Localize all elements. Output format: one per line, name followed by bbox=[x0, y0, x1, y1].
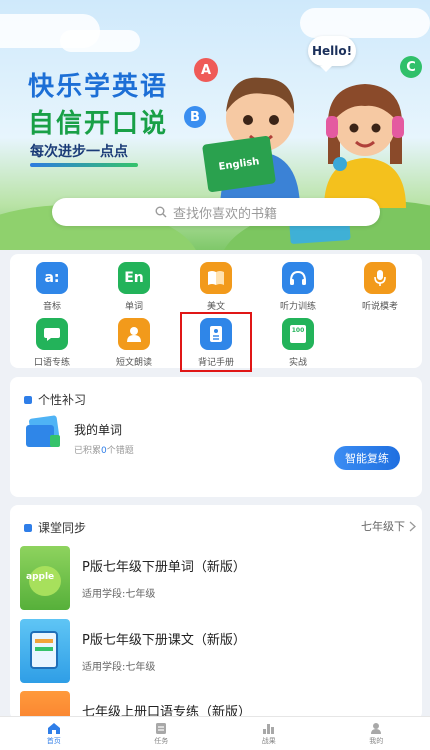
feature-label: 口语专练 bbox=[33, 358, 70, 368]
sync-section-header: 课堂同步 bbox=[24, 519, 86, 536]
book-subtitle: 适用学段:七年级 bbox=[82, 589, 156, 600]
nav-home[interactable]: 首页 bbox=[0, 717, 108, 750]
mistake-count-text: 已积累0个错题 bbox=[74, 443, 134, 456]
bottom-nav: 首页 任务 战果 我的 bbox=[0, 716, 430, 750]
nav-label: 任务 bbox=[154, 736, 169, 745]
feature-practice[interactable]: 100 实战 bbox=[262, 318, 334, 368]
word-cards-icon bbox=[24, 415, 62, 449]
highlight-box bbox=[180, 312, 252, 372]
stats-prefix: 已积累 bbox=[74, 446, 102, 456]
feature-label: 短文朗读 bbox=[115, 358, 152, 368]
book-subtitle: 适用学段:七年级 bbox=[82, 662, 156, 673]
tablet-cover-image bbox=[20, 619, 70, 683]
nav-label: 我的 bbox=[369, 736, 384, 745]
home-icon bbox=[47, 722, 60, 734]
banner-title-line1: 快乐学英语 bbox=[28, 72, 169, 102]
search-bar[interactable]: 查找你喜欢的书籍 bbox=[52, 198, 380, 226]
search-placeholder: 查找你喜欢的书籍 bbox=[172, 206, 277, 222]
feature-oral-practice[interactable]: 口语专练 bbox=[16, 318, 88, 368]
slogan-underline bbox=[30, 163, 138, 167]
microphone-icon bbox=[364, 262, 396, 294]
book-title: P版七年级下册课文（新版） bbox=[82, 633, 246, 648]
grade-selector[interactable]: 七年级下 bbox=[361, 518, 416, 534]
feature-reading-aloud[interactable]: 短文朗读 bbox=[98, 318, 170, 368]
practice-icon: 100 bbox=[282, 318, 314, 350]
feature-words[interactable]: En 单词 bbox=[98, 262, 170, 312]
smart-review-button[interactable]: 智能复练 bbox=[334, 446, 400, 470]
book-row[interactable]: P版七年级下册课文（新版） 适用学段:七年级 bbox=[10, 619, 422, 689]
practice-glyph: 100 bbox=[291, 327, 305, 334]
feature-label: 音标 bbox=[42, 302, 61, 312]
feature-essays[interactable]: 美文 bbox=[180, 262, 252, 312]
stats-suffix: 个错题 bbox=[106, 446, 134, 456]
my-words-title[interactable]: 我的单词 bbox=[74, 421, 122, 438]
banner-slogan: 每次进步一点点 bbox=[30, 144, 128, 160]
bar-chart-icon bbox=[263, 723, 275, 734]
reader-icon bbox=[118, 318, 150, 350]
word-glyph: En bbox=[124, 270, 144, 286]
apple-cover-image: apple bbox=[20, 546, 70, 610]
grade-selector-label: 七年级下 bbox=[361, 520, 405, 533]
book-icon bbox=[200, 262, 232, 294]
english-book: English bbox=[201, 135, 277, 193]
feature-label: 听力训练 bbox=[279, 302, 316, 312]
section-marker-icon bbox=[24, 395, 32, 404]
chevron-right-icon bbox=[409, 521, 416, 531]
speech-icon bbox=[36, 318, 68, 350]
nav-results[interactable]: 战果 bbox=[215, 717, 323, 750]
review-section-title: 个性补习 bbox=[38, 393, 87, 407]
nav-label: 战果 bbox=[261, 736, 276, 745]
girl-headphones-illustration bbox=[324, 84, 406, 208]
nav-task[interactable]: 任务 bbox=[108, 717, 216, 750]
personal-review-card: 个性补习 我的单词 已积累0个错题 智能复练 bbox=[10, 377, 422, 497]
section-marker-icon bbox=[24, 523, 32, 532]
word-icon: En bbox=[118, 262, 150, 294]
nav-mine[interactable]: 我的 bbox=[323, 717, 430, 750]
sync-section-title: 课堂同步 bbox=[38, 521, 87, 535]
phonetic-icon: a: bbox=[36, 262, 68, 294]
feature-label: 听说模考 bbox=[361, 302, 398, 312]
search-icon bbox=[155, 206, 167, 218]
english-book-label: English bbox=[217, 155, 261, 173]
feature-label: 美文 bbox=[206, 302, 225, 312]
review-section-header: 个性补习 bbox=[24, 391, 86, 408]
cover-text: apple bbox=[26, 572, 55, 582]
book-title: P版七年级下册单词（新版） bbox=[82, 560, 246, 575]
task-icon bbox=[156, 722, 167, 734]
headphones-icon bbox=[282, 262, 314, 294]
class-sync-card: 课堂同步 七年级下 apple P版七年级下册单词（新版） 适用学段:七年级 P… bbox=[10, 505, 422, 720]
feature-listening[interactable]: 听力训练 bbox=[262, 262, 334, 312]
banner-title-line2: 自信开口说 bbox=[28, 109, 169, 139]
phonetic-glyph: a: bbox=[44, 270, 60, 286]
user-icon bbox=[371, 722, 382, 734]
feature-label: 单词 bbox=[124, 302, 143, 312]
feature-label: 实战 bbox=[288, 358, 307, 368]
nav-label: 首页 bbox=[46, 736, 61, 745]
feature-mock-exam[interactable]: 听说模考 bbox=[344, 262, 416, 312]
book-row[interactable]: apple P版七年级下册单词（新版） 适用学段:七年级 bbox=[10, 546, 422, 616]
feature-phonetics[interactable]: a: 音标 bbox=[16, 262, 88, 312]
